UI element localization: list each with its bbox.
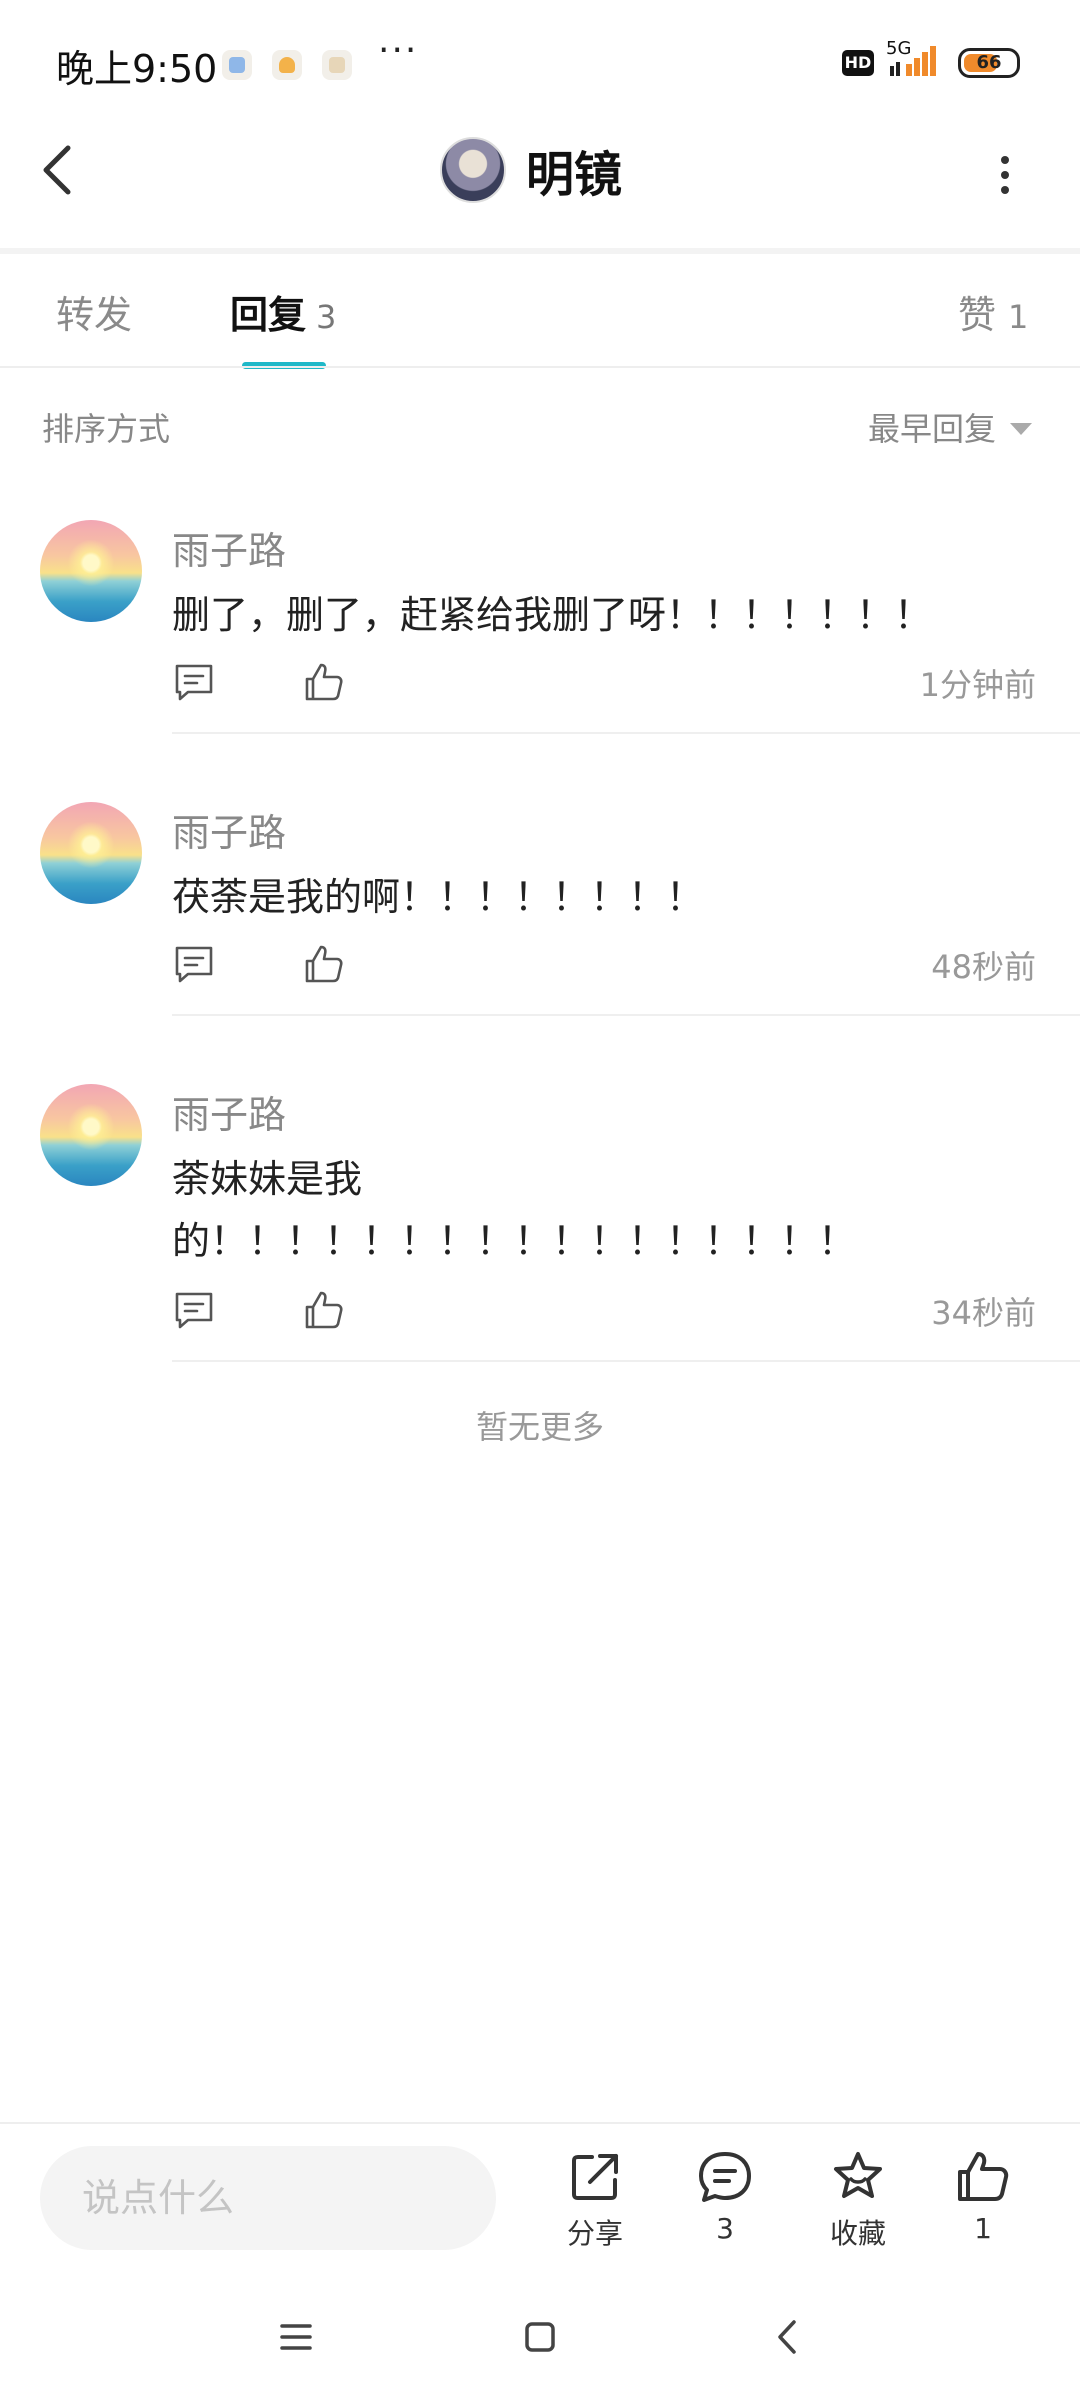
tabs-divider [0,366,1080,368]
back-icon[interactable] [30,140,90,200]
comment-time: 1分钟前 [919,666,1036,704]
share-button[interactable]: 分享 [540,2148,650,2258]
tab-like[interactable]: 赞1 [958,284,1028,339]
comment-text: 茯荼是我的啊！！！！！！！！ [172,875,705,919]
favorite-button[interactable]: 收藏 [803,2148,913,2258]
comment-author[interactable]: 雨子路 [172,1084,286,1139]
tab-bar: 转发 回复 3 赞1 [0,254,1080,369]
sort-label: 排序方式 [42,410,171,448]
sort-dropdown[interactable]: 最早回复 [868,404,1033,450]
comment-button[interactable]: 3 [670,2148,780,2258]
bell-icon [272,50,302,80]
tab-reply-count: 3 [316,298,337,336]
comment-text: 删了，删了，赶紧给我删了呀！！！！！！！ [172,593,933,637]
reply-icon[interactable] [172,660,216,704]
header: 明镜 [0,120,1080,250]
reply-icon[interactable] [172,1288,216,1332]
tv-icon [322,50,352,80]
star-icon [834,2152,882,2198]
tab-reply-label: 回复 [230,293,307,337]
comment-author[interactable]: 雨子路 [172,802,286,857]
thumbs-up-icon [958,2152,1009,2201]
back-icon[interactable] [760,2314,816,2360]
comment-divider [172,1014,1080,1016]
comment-input[interactable] [40,2146,496,2250]
comment-actions: 1分钟前 [172,660,1052,710]
comment-input-box[interactable] [40,2146,496,2250]
battery-level: 66 [976,52,1002,73]
system-navigation-bar [0,2272,1080,2400]
status-time: 晚上9:50 [56,47,218,91]
comment-icon [699,2152,751,2202]
battery-icon: 66 [958,48,1020,78]
gamepad-icon [222,50,252,80]
thumbs-up-icon[interactable] [302,1288,346,1332]
like-count: 1 [974,2212,992,2245]
comment-author[interactable]: 雨子路 [172,520,286,575]
comment-actions: 48秒前 [172,942,1052,992]
hd-badge: HD [842,50,874,76]
avatar[interactable] [40,520,142,622]
share-label: 分享 [566,2217,623,2250]
reply-icon[interactable] [172,942,216,986]
thumbs-up-icon[interactable] [302,660,346,704]
favorite-label: 收藏 [829,2217,886,2250]
avatar[interactable] [40,1084,142,1186]
tab-forward[interactable]: 转发 [56,284,132,339]
status-bar: 晚上9:50 ··· HD 5G 66 [0,0,1080,120]
comment-actions: 34秒前 [172,1288,1052,1338]
no-more-label: 暂无更多 [475,1408,604,1446]
more-vertical-icon[interactable] [990,150,1020,200]
tab-forward-label: 转发 [56,293,133,337]
tab-reply[interactable]: 回复 3 [230,284,336,339]
like-button[interactable]: 1 [928,2148,1038,2258]
menu-icon[interactable] [268,2314,324,2360]
share-icon [572,2154,618,2200]
comment-time: 34秒前 [931,1294,1036,1332]
tab-like-label: 赞 [958,293,997,337]
bottom-action-bar: 分享 3 收藏 1 [0,2122,1080,2272]
home-icon[interactable] [510,2314,570,2360]
tab-like-count: 1 [1008,298,1029,336]
comment-count: 3 [716,2212,734,2245]
comment-divider [172,732,1080,734]
comment-text: 荼妹妹是我的！！！！！！！！！！！！！！！！！ [172,1157,857,1263]
caret-down-icon [1010,423,1033,435]
page-title: 明镜 [526,147,623,203]
sort-value: 最早回复 [868,410,997,448]
more-notifications-icon: ··· [378,30,419,71]
avatar[interactable] [40,802,142,904]
thumbs-up-icon[interactable] [302,942,346,986]
avatar[interactable] [440,137,506,203]
comment-divider [172,1360,1080,1362]
post-author[interactable]: 明镜 [440,135,622,205]
signal-icon [890,46,936,76]
comment-time: 48秒前 [931,948,1036,986]
